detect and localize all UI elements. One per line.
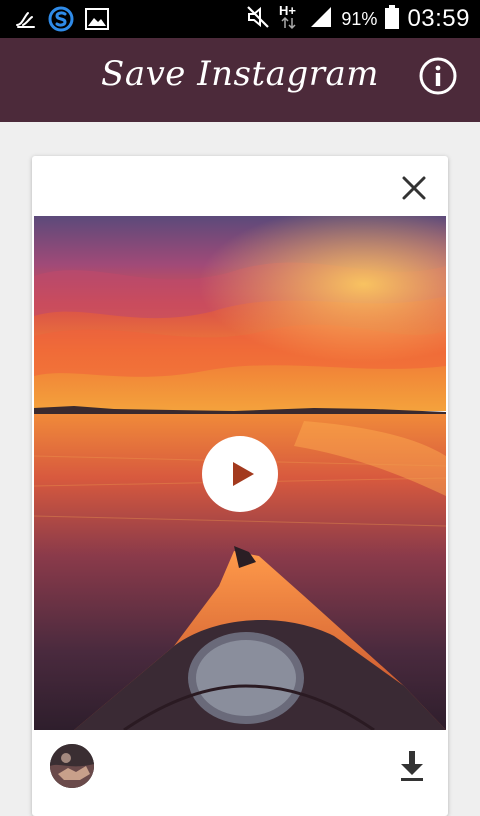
sound-wave-icon <box>14 7 38 35</box>
media-card <box>32 156 448 816</box>
card-footer <box>32 730 448 816</box>
mute-icon <box>245 4 271 34</box>
battery-percent: 91% <box>341 8 378 29</box>
close-icon <box>398 176 430 208</box>
info-icon <box>418 57 458 100</box>
play-button[interactable] <box>202 436 278 512</box>
network-type-label: H+ <box>279 3 296 18</box>
avatar[interactable] <box>50 744 94 788</box>
close-button[interactable] <box>398 172 430 204</box>
app-title: Save Instagram <box>101 54 379 94</box>
app-bar: Save Instagram <box>0 38 480 122</box>
network-hplus-icon: H+ <box>279 3 301 35</box>
s-app-icon <box>48 6 74 36</box>
status-left-icons <box>14 6 110 36</box>
battery-icon <box>385 5 400 33</box>
status-bar: H+ 91% 03:59 <box>0 0 480 38</box>
download-icon <box>396 751 428 788</box>
avatar-image <box>50 744 94 788</box>
download-button[interactable] <box>396 748 428 784</box>
info-button[interactable] <box>418 56 458 96</box>
clock-time: 03:59 <box>407 5 470 32</box>
gallery-icon <box>84 7 110 35</box>
signal-icon <box>309 5 333 33</box>
status-right-icons: H+ 91% 03:59 <box>245 3 470 35</box>
video-thumbnail[interactable] <box>34 216 446 730</box>
